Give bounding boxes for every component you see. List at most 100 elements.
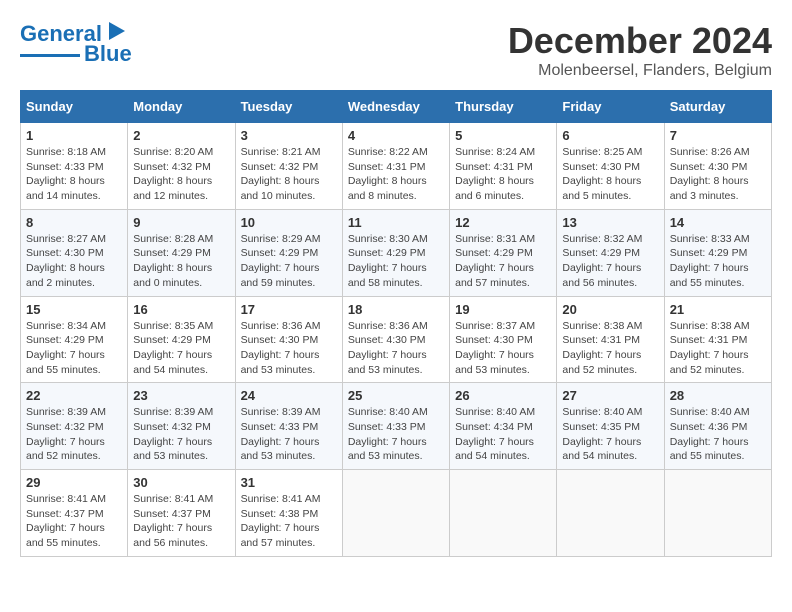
day-info: Sunrise: 8:31 AM Sunset: 4:29 PM Dayligh…: [455, 232, 551, 291]
day-info: Sunrise: 8:38 AM Sunset: 4:31 PM Dayligh…: [670, 319, 766, 378]
day-number: 14: [670, 215, 766, 230]
day-cell: 5 Sunrise: 8:24 AM Sunset: 4:31 PM Daylig…: [450, 123, 557, 210]
day-info: Sunrise: 8:18 AM Sunset: 4:33 PM Dayligh…: [26, 145, 122, 204]
day-info: Sunrise: 8:29 AM Sunset: 4:29 PM Dayligh…: [241, 232, 337, 291]
page-header: General Blue December 2024 Molenbeersel,…: [20, 20, 772, 80]
day-cell: 6 Sunrise: 8:25 AM Sunset: 4:30 PM Daylig…: [557, 123, 664, 210]
day-cell: 16 Sunrise: 8:35 AM Sunset: 4:29 PM Dayli…: [128, 296, 235, 383]
day-cell: 22Sunrise: 8:39 AM Sunset: 4:32 PM Dayli…: [21, 383, 128, 470]
week-row-4: 22Sunrise: 8:39 AM Sunset: 4:32 PM Dayli…: [21, 383, 772, 470]
day-cell: 27Sunrise: 8:40 AM Sunset: 4:35 PM Dayli…: [557, 383, 664, 470]
logo: General Blue: [20, 20, 132, 65]
day-cell: [342, 470, 449, 557]
day-number: 30: [133, 475, 229, 490]
calendar-body: 1 Sunrise: 8:18 AM Sunset: 4:33 PM Daylig…: [21, 123, 772, 557]
logo-arrow-icon: [105, 20, 127, 42]
week-row-1: 1 Sunrise: 8:18 AM Sunset: 4:33 PM Daylig…: [21, 123, 772, 210]
day-number: 10: [241, 215, 337, 230]
day-number: 15: [26, 302, 122, 317]
day-cell: 12 Sunrise: 8:31 AM Sunset: 4:29 PM Dayli…: [450, 209, 557, 296]
day-number: 9: [133, 215, 229, 230]
day-info: Sunrise: 8:28 AM Sunset: 4:29 PM Dayligh…: [133, 232, 229, 291]
day-info: Sunrise: 8:22 AM Sunset: 4:31 PM Dayligh…: [348, 145, 444, 204]
day-cell: 29 Sunrise: 8:41 AM Sunset: 4:37 PM Dayli…: [21, 470, 128, 557]
day-cell: 1 Sunrise: 8:18 AM Sunset: 4:33 PM Daylig…: [21, 123, 128, 210]
day-info: Sunrise: 8:41 AM Sunset: 4:37 PM Dayligh…: [26, 492, 122, 551]
col-thursday: Thursday: [450, 91, 557, 123]
day-info: Sunrise: 8:39 AM Sunset: 4:32 PM Dayligh…: [133, 405, 229, 464]
day-cell: [664, 470, 771, 557]
day-info: Sunrise: 8:40 AM Sunset: 4:33 PM Dayligh…: [348, 405, 444, 464]
day-cell: 18 Sunrise: 8:36 AM Sunset: 4:30 PM Dayli…: [342, 296, 449, 383]
day-cell: 15 Sunrise: 8:34 AM Sunset: 4:29 PM Dayli…: [21, 296, 128, 383]
day-info: Sunrise: 8:34 AM Sunset: 4:29 PM Dayligh…: [26, 319, 122, 378]
day-cell: 19 Sunrise: 8:37 AM Sunset: 4:30 PM Dayli…: [450, 296, 557, 383]
logo-blue-text: Blue: [84, 43, 132, 65]
day-info: Sunrise: 8:40 AM Sunset: 4:35 PM Dayligh…: [562, 405, 658, 464]
day-number: 6: [562, 128, 658, 143]
day-info: Sunrise: 8:32 AM Sunset: 4:29 PM Dayligh…: [562, 232, 658, 291]
col-monday: Monday: [128, 91, 235, 123]
day-cell: 25 Sunrise: 8:40 AM Sunset: 4:33 PM Dayli…: [342, 383, 449, 470]
day-number: 3: [241, 128, 337, 143]
day-number: 7: [670, 128, 766, 143]
day-cell: 20Sunrise: 8:38 AM Sunset: 4:31 PM Dayli…: [557, 296, 664, 383]
day-cell: [557, 470, 664, 557]
day-cell: 7 Sunrise: 8:26 AM Sunset: 4:30 PM Daylig…: [664, 123, 771, 210]
day-info: Sunrise: 8:36 AM Sunset: 4:30 PM Dayligh…: [241, 319, 337, 378]
calendar-table: Sunday Monday Tuesday Wednesday Thursday…: [20, 90, 772, 557]
day-info: Sunrise: 8:25 AM Sunset: 4:30 PM Dayligh…: [562, 145, 658, 204]
day-number: 12: [455, 215, 551, 230]
day-info: Sunrise: 8:40 AM Sunset: 4:34 PM Dayligh…: [455, 405, 551, 464]
day-cell: 30 Sunrise: 8:41 AM Sunset: 4:37 PM Dayli…: [128, 470, 235, 557]
main-title: December 2024: [508, 20, 772, 62]
day-number: 1: [26, 128, 122, 143]
day-info: Sunrise: 8:21 AM Sunset: 4:32 PM Dayligh…: [241, 145, 337, 204]
day-info: Sunrise: 8:39 AM Sunset: 4:33 PM Dayligh…: [241, 405, 337, 464]
day-number: 28: [670, 388, 766, 403]
day-info: Sunrise: 8:36 AM Sunset: 4:30 PM Dayligh…: [348, 319, 444, 378]
day-cell: 24 Sunrise: 8:39 AM Sunset: 4:33 PM Dayli…: [235, 383, 342, 470]
col-wednesday: Wednesday: [342, 91, 449, 123]
day-info: Sunrise: 8:24 AM Sunset: 4:31 PM Dayligh…: [455, 145, 551, 204]
day-number: 31: [241, 475, 337, 490]
day-number: 18: [348, 302, 444, 317]
day-number: 19: [455, 302, 551, 317]
day-number: 5: [455, 128, 551, 143]
day-info: Sunrise: 8:37 AM Sunset: 4:30 PM Dayligh…: [455, 319, 551, 378]
day-number: 29: [26, 475, 122, 490]
col-tuesday: Tuesday: [235, 91, 342, 123]
day-cell: 26 Sunrise: 8:40 AM Sunset: 4:34 PM Dayli…: [450, 383, 557, 470]
week-row-2: 8 Sunrise: 8:27 AM Sunset: 4:30 PM Daylig…: [21, 209, 772, 296]
day-number: 4: [348, 128, 444, 143]
subtitle: Molenbeersel, Flanders, Belgium: [508, 62, 772, 80]
day-info: Sunrise: 8:35 AM Sunset: 4:29 PM Dayligh…: [133, 319, 229, 378]
day-info: Sunrise: 8:20 AM Sunset: 4:32 PM Dayligh…: [133, 145, 229, 204]
logo-underline: [20, 54, 80, 57]
day-info: Sunrise: 8:30 AM Sunset: 4:29 PM Dayligh…: [348, 232, 444, 291]
day-number: 2: [133, 128, 229, 143]
day-number: 26: [455, 388, 551, 403]
title-section: December 2024 Molenbeersel, Flanders, Be…: [508, 20, 772, 80]
day-cell: 17Sunrise: 8:36 AM Sunset: 4:30 PM Dayli…: [235, 296, 342, 383]
day-cell: 28Sunrise: 8:40 AM Sunset: 4:36 PM Dayli…: [664, 383, 771, 470]
day-cell: 4 Sunrise: 8:22 AM Sunset: 4:31 PM Daylig…: [342, 123, 449, 210]
day-number: 25: [348, 388, 444, 403]
day-cell: 11Sunrise: 8:30 AM Sunset: 4:29 PM Dayli…: [342, 209, 449, 296]
day-number: 8: [26, 215, 122, 230]
day-cell: 2 Sunrise: 8:20 AM Sunset: 4:32 PM Daylig…: [128, 123, 235, 210]
day-number: 16: [133, 302, 229, 317]
week-row-3: 15 Sunrise: 8:34 AM Sunset: 4:29 PM Dayli…: [21, 296, 772, 383]
day-number: 21: [670, 302, 766, 317]
day-info: Sunrise: 8:41 AM Sunset: 4:38 PM Dayligh…: [241, 492, 337, 551]
day-info: Sunrise: 8:33 AM Sunset: 4:29 PM Dayligh…: [670, 232, 766, 291]
day-cell: 3 Sunrise: 8:21 AM Sunset: 4:32 PM Daylig…: [235, 123, 342, 210]
day-info: Sunrise: 8:41 AM Sunset: 4:37 PM Dayligh…: [133, 492, 229, 551]
day-cell: [450, 470, 557, 557]
day-number: 24: [241, 388, 337, 403]
day-cell: 14 Sunrise: 8:33 AM Sunset: 4:29 PM Dayli…: [664, 209, 771, 296]
day-info: Sunrise: 8:26 AM Sunset: 4:30 PM Dayligh…: [670, 145, 766, 204]
day-info: Sunrise: 8:38 AM Sunset: 4:31 PM Dayligh…: [562, 319, 658, 378]
calendar-header: Sunday Monday Tuesday Wednesday Thursday…: [21, 91, 772, 123]
day-info: Sunrise: 8:27 AM Sunset: 4:30 PM Dayligh…: [26, 232, 122, 291]
